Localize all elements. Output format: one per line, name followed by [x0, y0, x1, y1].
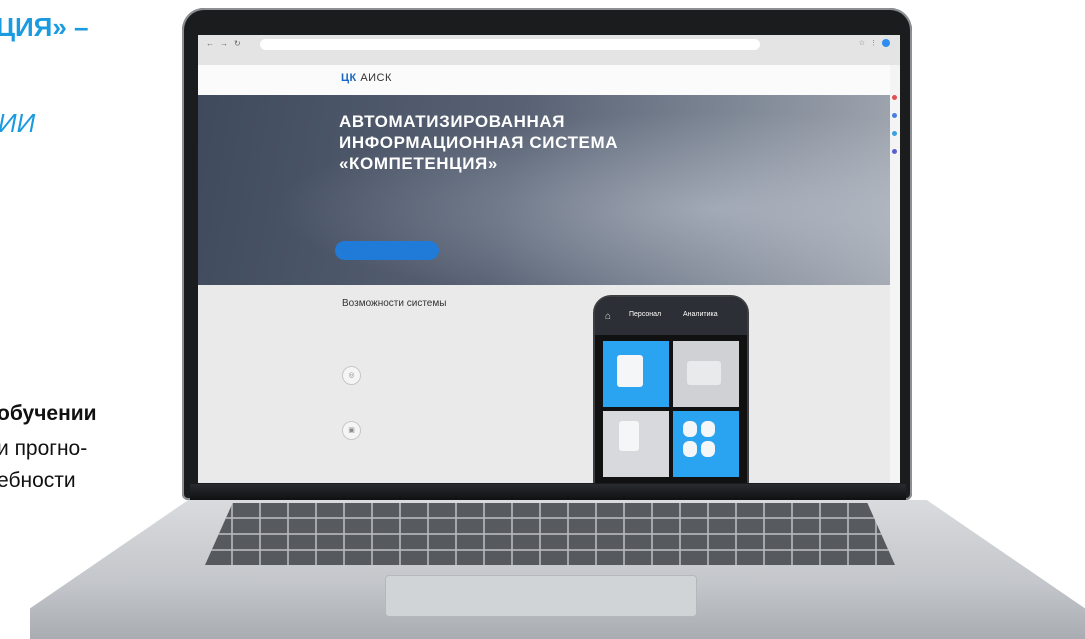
back-icon[interactable]: ← — [206, 39, 214, 49]
star-icon[interactable]: ☆ — [859, 40, 870, 47]
phone-tab-analytics[interactable]: Аналитика — [683, 311, 718, 318]
document-icon — [617, 355, 643, 387]
address-bar[interactable] — [260, 39, 760, 50]
document-icon — [619, 421, 639, 451]
phone-tab-personnel[interactable]: Персонал — [629, 311, 661, 318]
site-nav — [524, 76, 594, 82]
phone-mockup: ⌂ Персонал Аналитика — [593, 295, 749, 483]
home-icon[interactable]: ⌂ — [605, 311, 611, 322]
people-icon — [683, 441, 697, 457]
side-panel-icon[interactable] — [892, 131, 897, 136]
features-title: Возможности системы — [342, 298, 447, 309]
hero-headline-line: «КОМПЕТЕНЦИЯ» — [339, 154, 498, 173]
feature-item: ◎ — [342, 360, 582, 400]
browser-side-panel — [889, 65, 900, 483]
people-icon — [701, 421, 715, 437]
feature-icon: ◎ — [342, 366, 361, 385]
browser-extension-icons: ☆⋮ — [859, 39, 890, 48]
features-section: Возможности системы ◎ ▣ ⌂ Персонал Анали… — [198, 285, 890, 483]
phone-tile[interactable] — [673, 341, 739, 407]
logo-mark: ЦК — [341, 72, 357, 84]
hero-headline-line: АВТОМАТИЗИРОВАННАЯ — [339, 112, 566, 131]
side-panel-icon[interactable] — [892, 95, 897, 100]
site-header: ЦК АИСК — [198, 65, 890, 95]
laptop-mockup: ← → ↻ ☆⋮ ЦК АИСК АВТОМАТИЗИРОВАННАЯ ИНФО… — [0, 0, 1085, 639]
side-panel-icon[interactable] — [892, 113, 897, 118]
reload-icon[interactable]: ↻ — [234, 39, 241, 49]
laptop-trackpad — [385, 575, 697, 617]
feature-item — [342, 467, 582, 483]
profile-avatar[interactable] — [882, 39, 890, 48]
laptop-screen: ← → ↻ ☆⋮ ЦК АИСК АВТОМАТИЗИРОВАННАЯ ИНФО… — [198, 35, 900, 483]
phone-app-bar: ⌂ Персонал Аналитика — [595, 297, 747, 335]
hero-section: АВТОМАТИЗИРОВАННАЯ ИНФОРМАЦИОННАЯ СИСТЕМ… — [198, 95, 890, 285]
feature-icon: ▣ — [342, 421, 361, 440]
feature-item: ▣ — [342, 415, 582, 455]
site-logo[interactable]: ЦК АИСК — [341, 72, 392, 84]
hero-headline: АВТОМАТИЗИРОВАННАЯ ИНФОРМАЦИОННАЯ СИСТЕМ… — [339, 111, 618, 174]
menu-dots-icon[interactable]: ⋮ — [870, 40, 882, 47]
forward-icon[interactable]: → — [220, 39, 228, 49]
side-panel-icon[interactable] — [892, 149, 897, 154]
laptop-hinge — [190, 484, 906, 500]
browser-chrome: ← → ↻ ☆⋮ — [198, 35, 900, 66]
people-icon — [701, 441, 715, 457]
hero-cta-button[interactable] — [335, 241, 439, 260]
laptop-keyboard-rows — [205, 503, 895, 565]
people-icon — [683, 421, 697, 437]
logo-text: АИСК — [360, 72, 392, 84]
phone-tile[interactable] — [603, 341, 669, 407]
card-icon — [687, 361, 721, 385]
phone-tile[interactable] — [673, 411, 739, 477]
phone-tile[interactable] — [603, 411, 669, 477]
hero-headline-line: ИНФОРМАЦИОННАЯ СИСТЕМА — [339, 133, 619, 152]
bookmarks-bar — [206, 53, 236, 59]
